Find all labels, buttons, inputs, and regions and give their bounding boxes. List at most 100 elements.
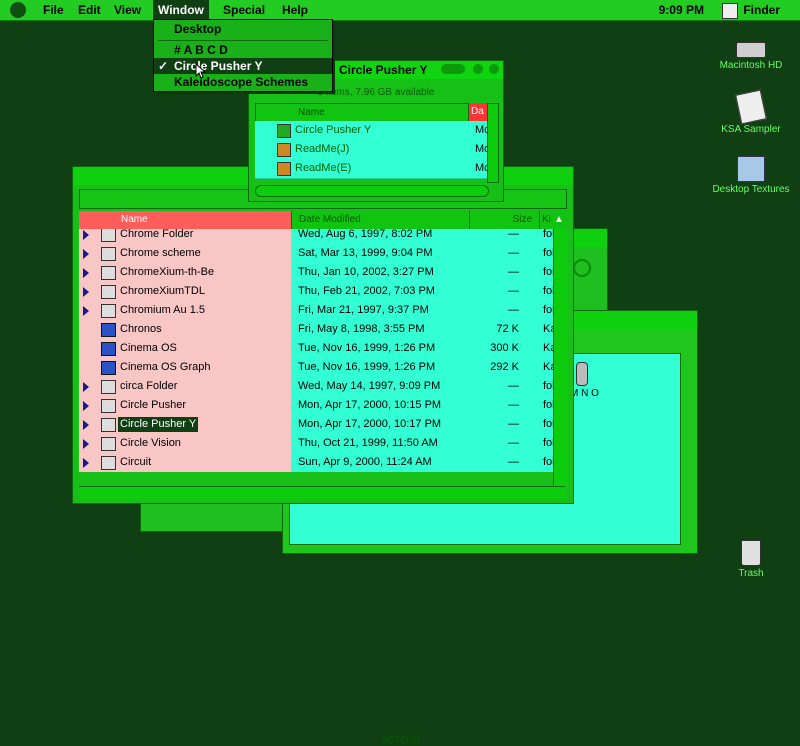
- file-size: —: [508, 437, 519, 449]
- list-item[interactable]: circa Folder Wed, May 14, 1997, 9:09 PM — f…: [79, 377, 553, 396]
- disclosure-triangle-icon[interactable]: [83, 268, 89, 278]
- list-item[interactable]: ChromeXium-th-Be Thu, Jan 10, 2002, 3:27 …: [79, 263, 553, 282]
- folder-icon: [101, 266, 116, 280]
- date-cell: Tue, Nov 16, 1999, 1:26 PM 292 K Ka: [291, 358, 553, 377]
- header-date[interactable]: Da: [469, 103, 487, 121]
- menu-item-circle-pusher-y[interactable]: ✓ Circle Pusher Y: [154, 58, 332, 74]
- file-name: Chrome Folder: [120, 229, 194, 240]
- list-item[interactable]: ChromeXiumTDL Thu, Feb 21, 2002, 7:03 PM —…: [79, 282, 553, 301]
- menu-view[interactable]: View: [109, 0, 146, 20]
- list-item[interactable]: Chronos Fri, May 8, 1998, 3:55 PM 72 K Ka: [79, 320, 553, 339]
- name-cell: Chrome Folder: [79, 229, 291, 244]
- sort-direction-icon[interactable]: ▲: [553, 211, 565, 229]
- disclosure-triangle-icon[interactable]: [83, 420, 89, 430]
- menu-edit[interactable]: Edit: [73, 0, 106, 20]
- menu-item-desktop[interactable]: Desktop: [154, 21, 332, 37]
- vertical-scrollbar[interactable]: [553, 229, 568, 487]
- file-size: —: [508, 399, 519, 411]
- date-cell: Fri, Mar 21, 1997, 9:37 PM — fol: [291, 301, 553, 320]
- file-name: Chromium Au 1.5: [120, 304, 205, 316]
- list-item[interactable]: Circle Vision Thu, Oct 21, 1999, 11:50 AM…: [79, 434, 553, 453]
- finder-list-window[interactable]: Name Date Modified Size Ki ▲ Chrome Fold…: [72, 166, 574, 504]
- list-item[interactable]: Cinema OS Graph Tue, Nov 16, 1999, 1:26 P…: [79, 358, 553, 377]
- file-kind: fol: [543, 380, 553, 392]
- collapse-icon[interactable]: [441, 64, 465, 74]
- list-item[interactable]: Circle Pusher Mon, Apr 17, 2000, 10:15 PM…: [79, 396, 553, 415]
- disclosure-triangle-icon[interactable]: [83, 287, 89, 297]
- column-headers: Name Date Modified Size Ki ▲: [79, 211, 565, 229]
- list-item[interactable]: ReadMe(E) Mo: [255, 159, 487, 179]
- menu-help[interactable]: Help: [277, 0, 313, 20]
- date-cell: Tue, Nov 16, 1999, 1:26 PM 300 K Ka: [291, 339, 553, 358]
- desktop-icon-trash[interactable]: Trash: [706, 540, 796, 579]
- file-size: —: [508, 285, 519, 297]
- file-list: Chrome Folder Wed, Aug 6, 1997, 8:02 PM — f…: [79, 229, 553, 487]
- list-item[interactable]: Circle Pusher Y Mon, Apr 17, 2000, 10:17 …: [79, 415, 553, 434]
- checkmark-icon: ✓: [158, 59, 169, 73]
- application-icon: [101, 323, 116, 337]
- disclosure-triangle-icon[interactable]: [83, 230, 89, 240]
- file-size: —: [508, 418, 519, 430]
- file-size: 300 K: [490, 342, 519, 354]
- list-item[interactable]: Circuit Sun, Apr 9, 2000, 11:24 AM — fol: [79, 453, 553, 472]
- date-modified: Mon, Apr 17, 2000, 10:15 PM: [298, 399, 442, 411]
- disclosure-triangle-icon[interactable]: [83, 401, 89, 411]
- disclosure-triangle-icon[interactable]: [83, 249, 89, 259]
- list-item[interactable]: Circle Pusher Y Mo: [255, 121, 487, 141]
- file-kind: fol: [543, 304, 553, 316]
- horizontal-scrollbar[interactable]: [79, 486, 565, 499]
- list-item[interactable]: Chrome Folder Wed, Aug 6, 1997, 8:02 PM — f…: [79, 229, 553, 244]
- name-cell: ChromeXiumTDL: [79, 282, 291, 301]
- header-name[interactable]: Name: [255, 103, 469, 123]
- list-item[interactable]: Chromium Au 1.5 Fri, Mar 21, 1997, 9:37 P…: [79, 301, 553, 320]
- name-cell: Circuit: [79, 453, 291, 472]
- disk-icon[interactable]: [576, 362, 588, 386]
- disclosure-triangle-icon[interactable]: [83, 458, 89, 468]
- name-cell: Cinema OS Graph: [79, 358, 291, 377]
- menu-item-abcd[interactable]: # A B C D: [154, 42, 332, 58]
- desktop-icon-macintosh-hd[interactable]: Macintosh HD: [706, 42, 796, 71]
- menu-clock[interactable]: 9:09 PM: [659, 0, 704, 20]
- folder-icon: [101, 456, 116, 470]
- disclosure-triangle-icon[interactable]: [83, 306, 89, 316]
- file-name: Cinema OS: [120, 342, 177, 354]
- background-label: ACTO-M: [381, 735, 421, 746]
- file-name: ReadMe(J): [295, 143, 350, 155]
- file-name: Chronos: [120, 323, 162, 335]
- disclosure-triangle-icon[interactable]: [83, 382, 89, 392]
- menu-separator: [158, 40, 328, 41]
- desktop-icon-desktop-textures[interactable]: Desktop Textures: [706, 156, 796, 195]
- header-size[interactable]: Size: [469, 211, 540, 229]
- file-name: Circle Pusher Y: [118, 417, 199, 432]
- file-size: 72 K: [496, 323, 519, 335]
- header-kind[interactable]: Ki: [539, 211, 554, 229]
- disclosure-triangle-icon[interactable]: [83, 439, 89, 449]
- pointer-cursor-icon: [195, 63, 207, 79]
- column-headers: Name Da: [255, 103, 487, 123]
- zoom-icon[interactable]: [573, 259, 591, 277]
- zoom-icon[interactable]: [473, 64, 483, 74]
- application-menu[interactable]: Finder: [743, 0, 780, 20]
- list-item[interactable]: Cinema OS Tue, Nov 16, 1999, 1:26 PM 300 K…: [79, 339, 553, 358]
- menu-item-kaleidoscope-schemes[interactable]: Kaleidoscope Schemes: [154, 74, 332, 90]
- date-modified: Wed, Aug 6, 1997, 8:02 PM: [298, 229, 433, 240]
- menu-special[interactable]: Special: [218, 0, 270, 20]
- header-name[interactable]: Name: [79, 211, 291, 229]
- apple-menu-icon[interactable]: [10, 2, 26, 18]
- folder-icon: [101, 418, 116, 432]
- vertical-scrollbar[interactable]: [487, 103, 499, 183]
- menu-file[interactable]: File: [38, 0, 69, 20]
- menu-window[interactable]: Window: [153, 0, 209, 20]
- name-cell: Circle Pusher: [79, 396, 291, 415]
- list-item[interactable]: Chrome scheme Sat, Mar 13, 1999, 9:04 PM —…: [79, 244, 553, 263]
- application-icon: [101, 361, 116, 375]
- windowshade-icon[interactable]: [489, 64, 499, 74]
- list-item[interactable]: ReadMe(J) Mo: [255, 140, 487, 160]
- date-cell: Thu, Feb 21, 2002, 7:03 PM — fol: [291, 282, 553, 301]
- horizontal-scrollbar[interactable]: [255, 185, 489, 197]
- date-modified: Fri, Mar 21, 1997, 9:37 PM: [298, 304, 429, 316]
- desktop-icon-ksa-sampler[interactable]: KSA Sampler: [706, 89, 796, 135]
- date-cell: Sat, Mar 13, 1999, 9:04 PM — fol: [291, 244, 553, 263]
- header-date-modified[interactable]: Date Modified: [291, 211, 470, 229]
- date-modified: Fri, May 8, 1998, 3:55 PM: [298, 323, 425, 335]
